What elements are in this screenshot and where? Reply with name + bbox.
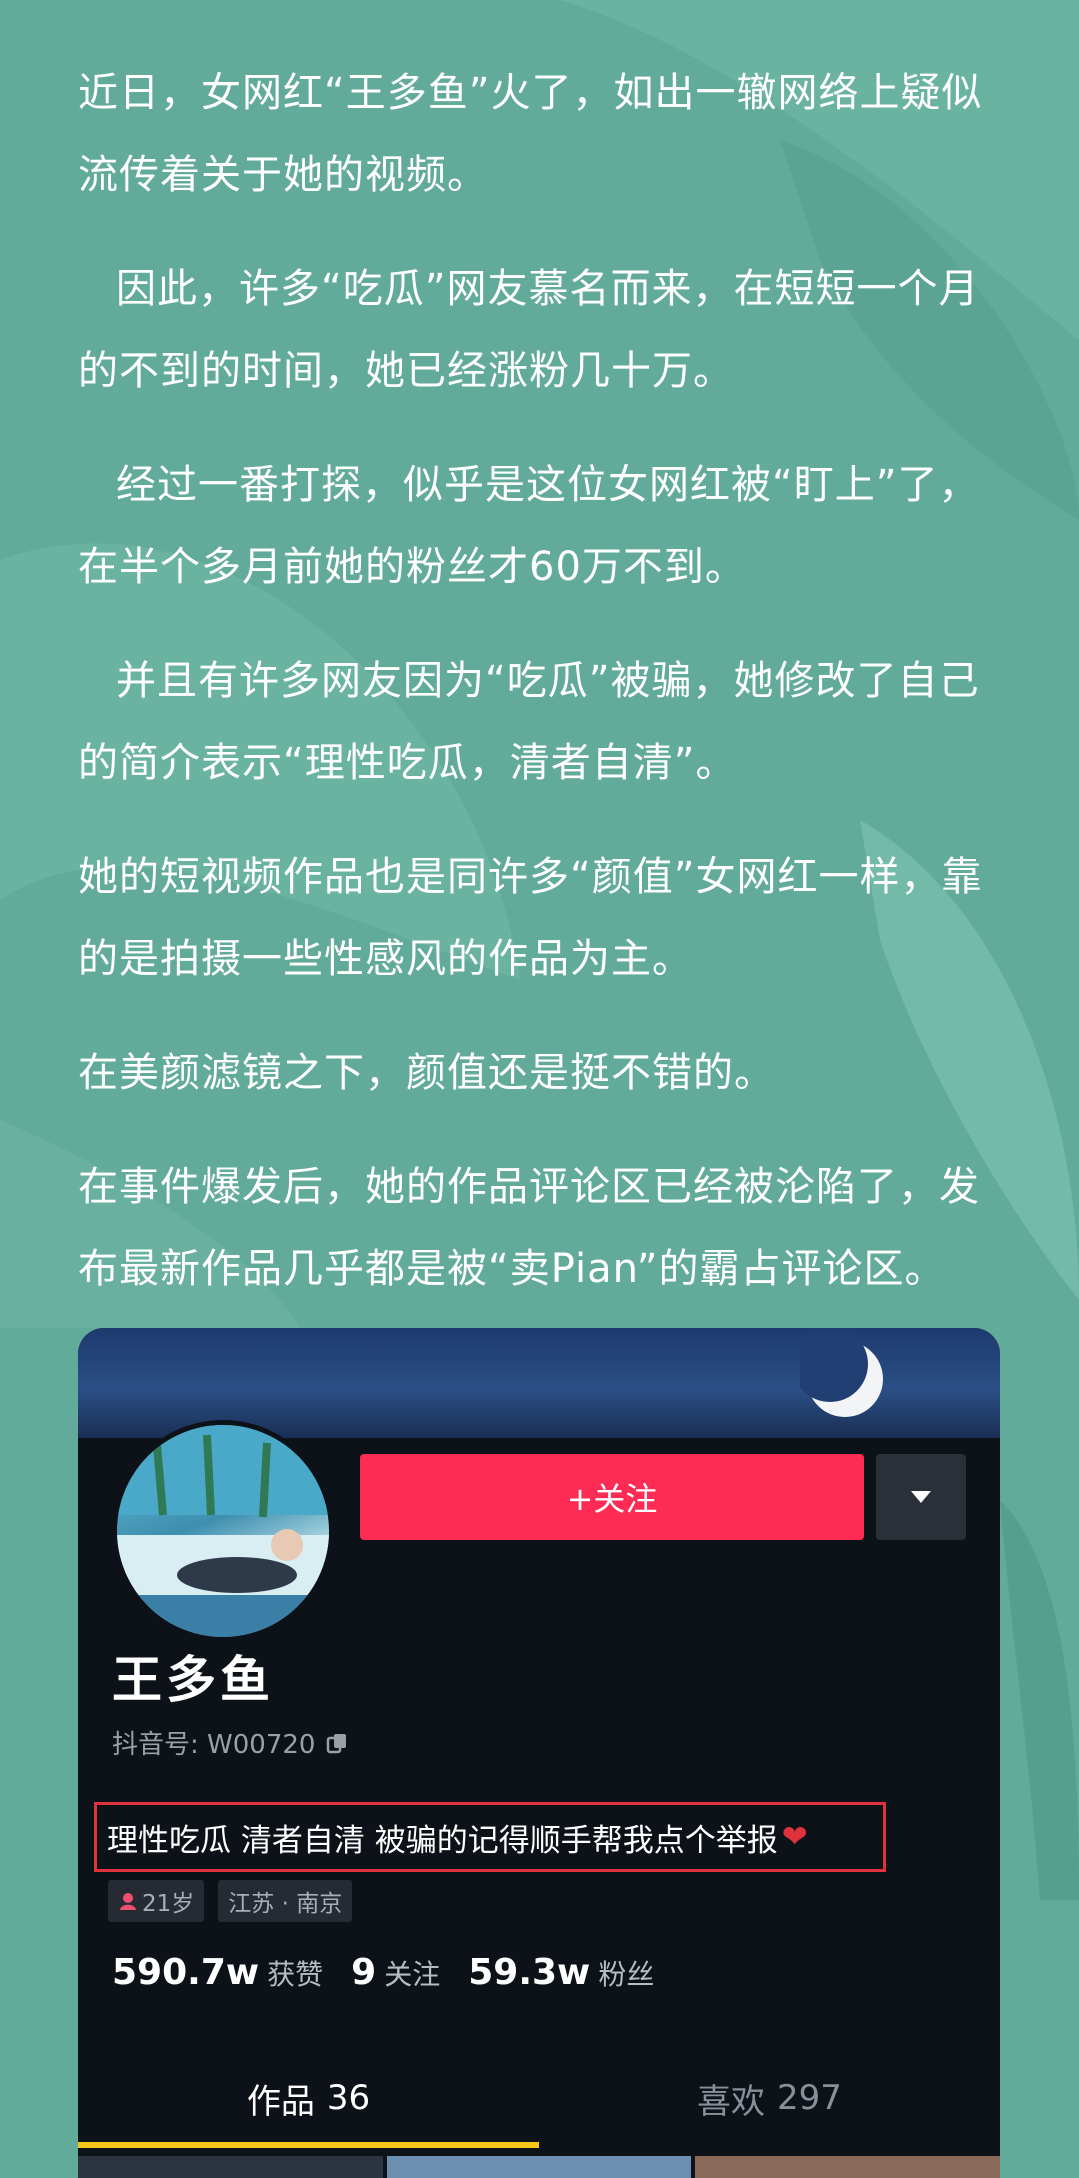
article-paragraph-6: 在美颜滤镜之下，颜值还是挺不错的。 [78,1050,775,1096]
stat-followers-value: 59.3w [468,1952,591,1993]
caret-down-icon [911,1491,931,1503]
stat-following-label: 关注 [384,1958,441,1991]
stat-followers-label: 粉丝 [598,1958,655,1991]
stat-likes-value: 590.7w [112,1952,260,1993]
active-tab-indicator [78,2142,539,2148]
tab-works-label: 作品 [246,2081,315,2122]
follow-button[interactable]: +关注 [360,1454,864,1540]
profile-stats: 590.7w 获赞 9 关注 59.3w 粉丝 [112,1952,654,1993]
work-thumbnail[interactable] [78,2156,383,2178]
article-paragraph-7: 在事件爆发后，她的作品评论区已经被沦陷了，发布最新作品几乎都是被“卖Pian”的… [78,1164,980,1292]
douyin-id-text: 抖音号: W00720 [112,1730,316,1760]
tab-likes[interactable]: 喜欢 297 [539,2058,1000,2138]
tab-likes-label: 喜欢 [697,2081,766,2122]
copy-icon[interactable] [325,1731,349,1755]
profile-nickname: 王多鱼 [112,1651,274,1709]
stat-likes[interactable]: 590.7w 获赞 [112,1952,323,1993]
heart-icon: ❤ [781,1819,808,1855]
douyin-id: 抖音号: W00720 [112,1724,349,1761]
work-thumbnail[interactable] [695,2156,1000,2178]
article-paragraph-4: 并且有许多网友因为“吃瓜”被骗，她修改了自己的简介表示“理性吃瓜，清者自清”。 [78,658,980,786]
article-paragraph-1: 近日，女网红“王多鱼”火了，如出一辙网络上疑似流传着关于她的视频。 [78,70,983,198]
article-paragraph-3: 经过一番打探，似乎是这位女网红被“盯上”了，在半个多月前她的粉丝才60万不到。 [78,462,980,590]
work-thumbnail[interactable] [386,2156,692,2178]
profile-tags: 21岁 江苏 · 南京 [108,1880,353,1922]
profile-bio: 理性吃瓜 清者自清 被骗的记得顺手帮我点个举报 ❤ [94,1802,886,1872]
location-tag-label: 江苏 · 南京 [228,1891,343,1917]
stat-following[interactable]: 9 关注 [351,1952,440,1993]
works-grid [78,2156,1000,2178]
age-tag: 21岁 [108,1880,205,1922]
article-paragraph-2: 因此，许多“吃瓜”网友慕名而来，在短短一个月的不到的时间，她已经涨粉几十万。 [78,266,980,394]
tab-works-count: 36 [326,2078,371,2118]
tab-likes-count: 297 [777,2078,842,2118]
female-icon [120,1893,136,1910]
more-options-button[interactable] [876,1454,966,1540]
tab-works[interactable]: 作品 36 [78,2058,539,2138]
article-paragraph-5: 她的短视频作品也是同许多“颜值”女网红一样，靠的是拍摄一些性感风的作品为主。 [78,854,983,982]
age-tag-label: 21岁 [142,1891,195,1917]
article-body: 近日，女网红“王多鱼”火了，如出一辙网络上疑似流传着关于她的视频。 因此，许多“… [78,52,1018,1342]
stat-following-value: 9 [351,1952,377,1993]
location-tag: 江苏 · 南京 [218,1880,353,1922]
crescent-moon-icon [800,1334,883,1417]
profile-screenshot: +关注 王多鱼 抖音号: W00720 理性吃瓜 清者自清 被骗的记得顺手帮我点… [78,1328,1000,2178]
bio-text: 理性吃瓜 清者自清 被骗的记得顺手帮我点个举报 [107,1822,778,1859]
profile-tabs: 作品 36 喜欢 297 [78,2058,1000,2138]
avatar-image [117,1425,329,1637]
stat-followers[interactable]: 59.3w 粉丝 [468,1952,654,1993]
avatar[interactable] [112,1420,334,1642]
stat-likes-label: 获赞 [267,1958,324,1991]
